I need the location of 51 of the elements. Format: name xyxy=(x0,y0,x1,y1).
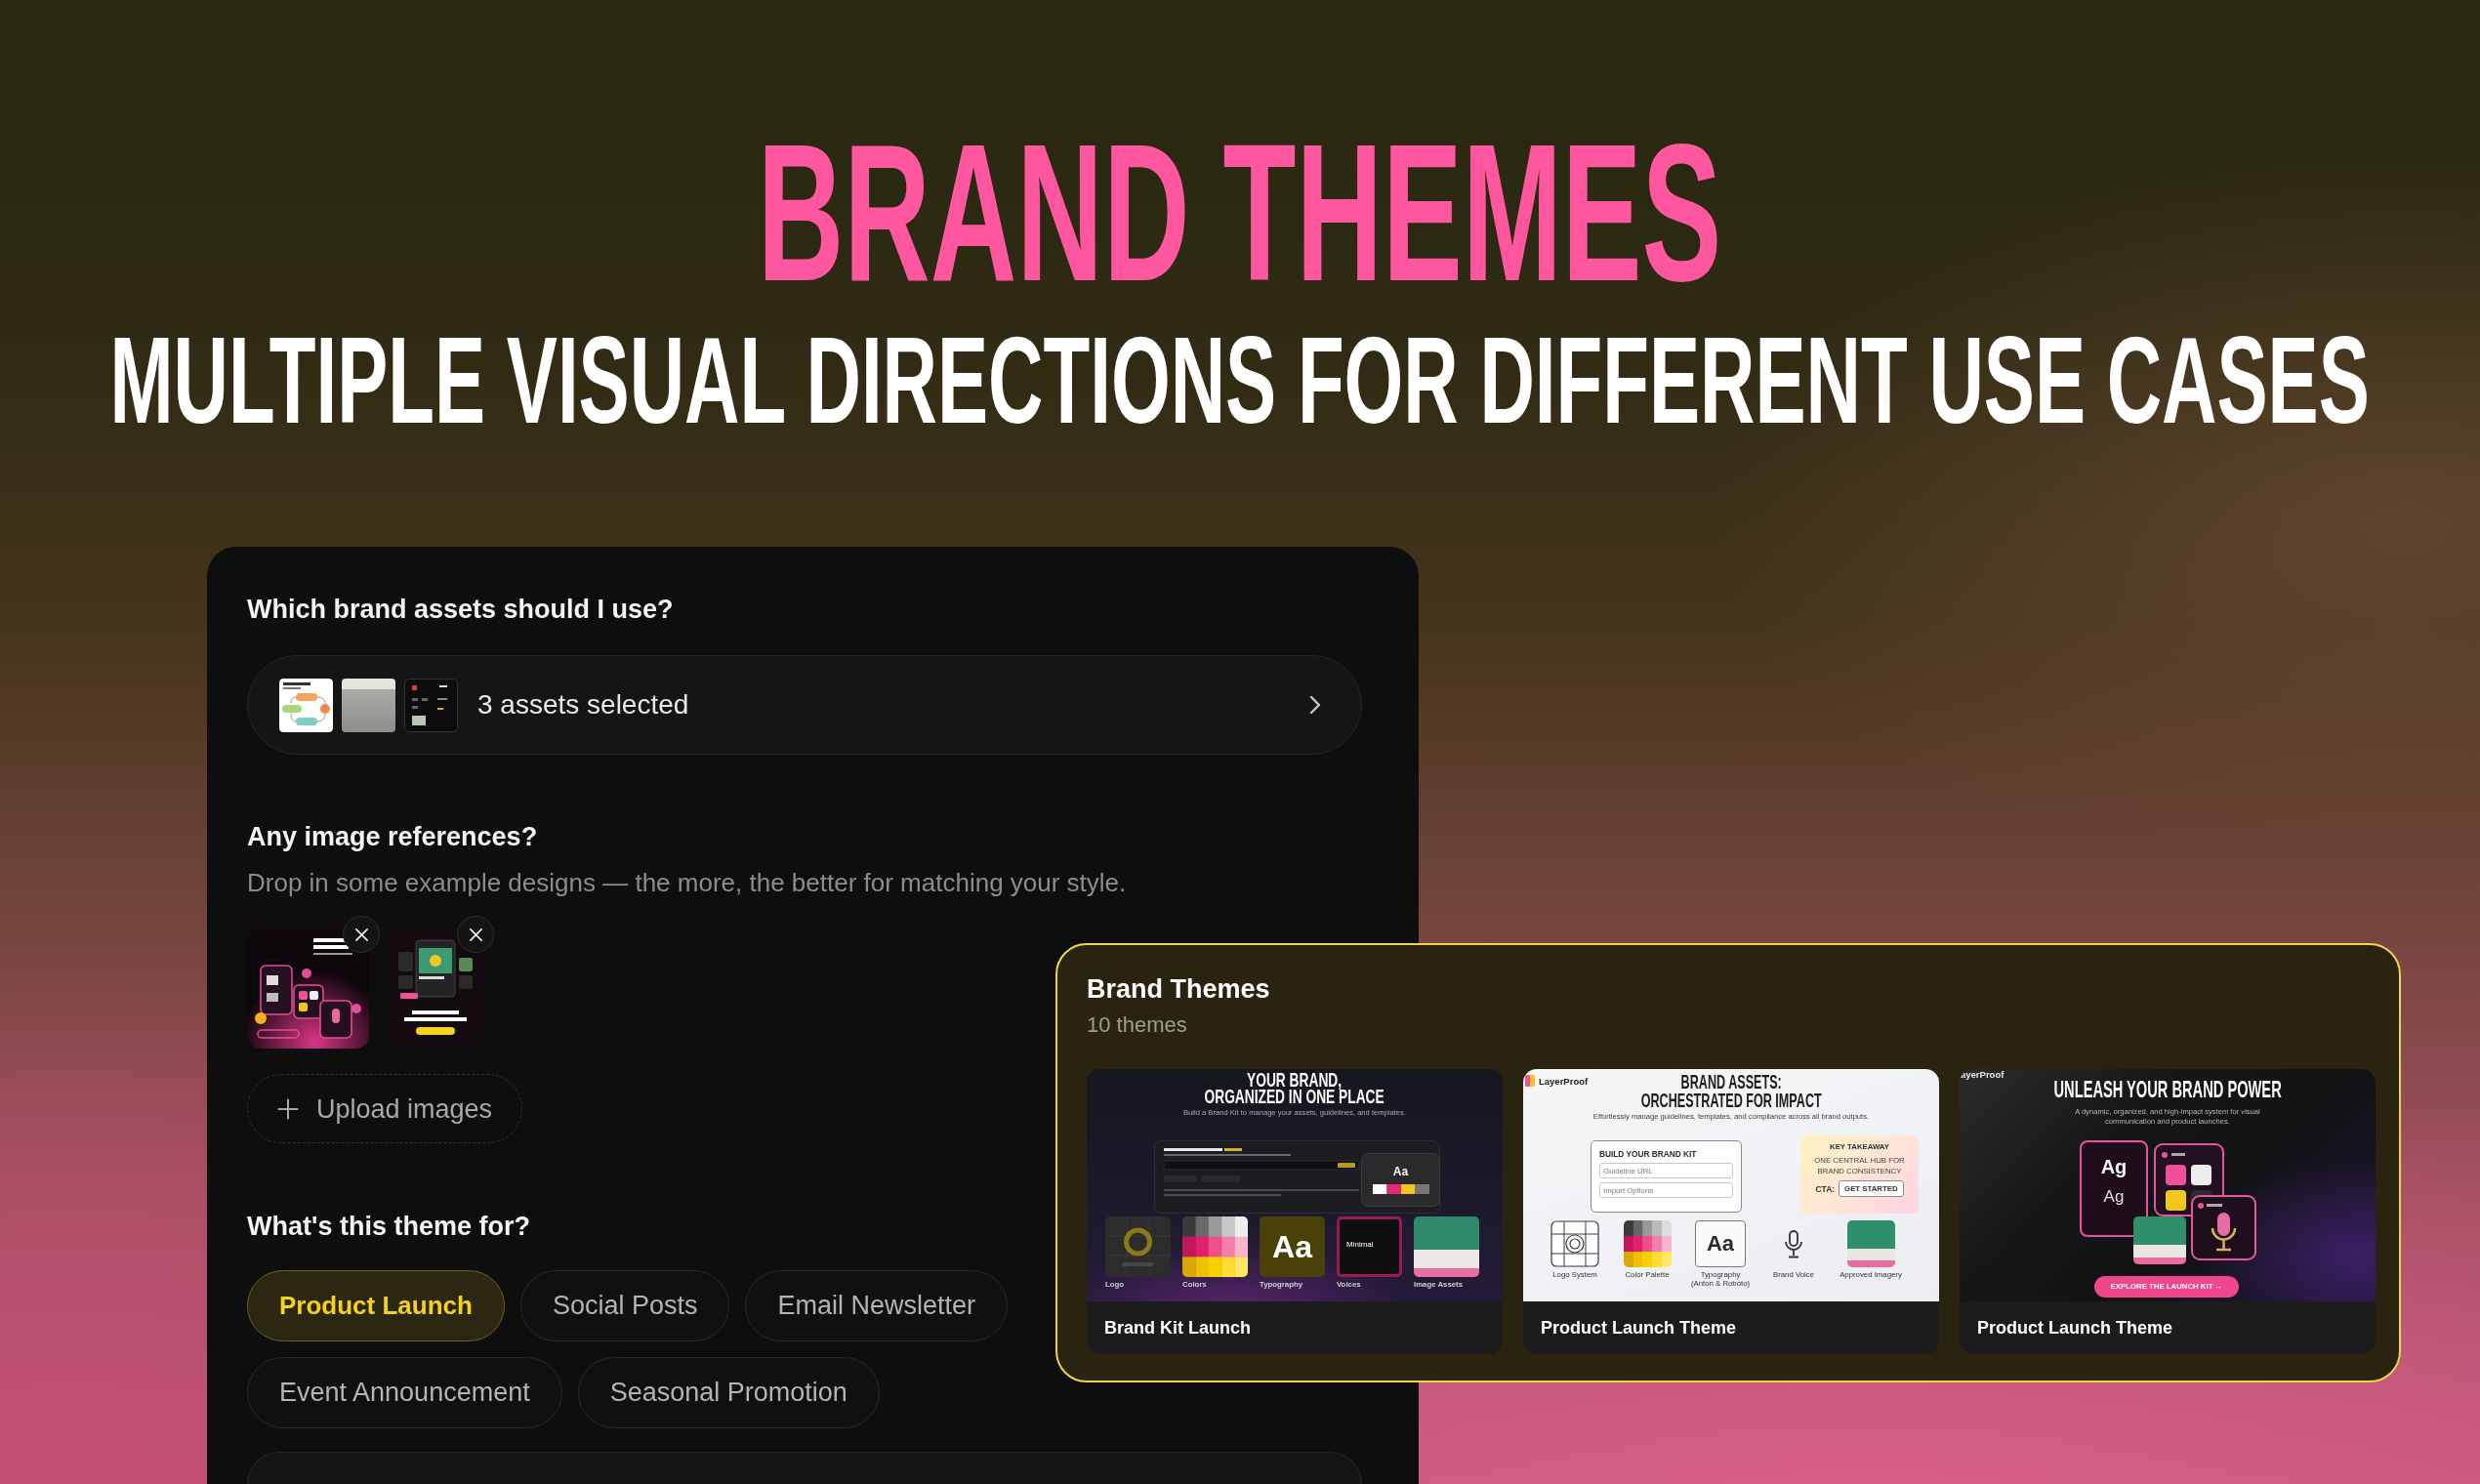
cta-label: CTA: xyxy=(1815,1183,1836,1194)
type-sample: Ag xyxy=(2103,1187,2125,1207)
theme-card[interactable] xyxy=(1523,1069,1939,1354)
theme-name: Brand Kit Launch xyxy=(1104,1317,1251,1339)
asset-selector[interactable]: 3 assets selected xyxy=(247,655,1362,755)
option-chip[interactable]: Social Posts xyxy=(519,1270,730,1341)
color-palette-icon xyxy=(1623,1220,1672,1267)
question-label: Which brand assets should I use? xyxy=(247,594,675,626)
plus-icon xyxy=(277,1097,299,1120)
question-label: What's this theme for? xyxy=(247,1211,531,1243)
remove-button[interactable] xyxy=(457,916,494,953)
screen-thumbnail-drawing xyxy=(404,678,458,732)
hint-text: Drop in some example designs — the more, the better for matching your style. xyxy=(247,867,1128,899)
ring-logo-drawing xyxy=(1105,1216,1171,1277)
microphone-card-drawing xyxy=(2191,1195,2256,1260)
type-sample-tile: Aa xyxy=(1695,1220,1746,1267)
logo-icon xyxy=(1525,1075,1535,1087)
preview-headline: BRAND ASSETS: ORCHESTRATED FOR IMPACT xyxy=(1640,1072,1822,1109)
remove-button[interactable] xyxy=(343,916,380,953)
photo-placeholder xyxy=(2133,1216,2186,1264)
theme-name: Product Launch Theme xyxy=(1977,1317,2173,1339)
theme-count: 10 themes xyxy=(1087,1012,1188,1038)
question-label: Any image references? xyxy=(247,821,539,853)
diagram-thumbnail-drawing xyxy=(279,678,333,732)
type-sample: Ag xyxy=(2100,1156,2128,1177)
option-chip[interactable]: Seasonal Promotion xyxy=(577,1357,880,1428)
panel-title: Brand Themes xyxy=(1087,973,1271,1006)
type-sample-tile: Aa xyxy=(1260,1216,1325,1277)
photo-placeholder xyxy=(1414,1216,1479,1277)
form-title: BUILD YOUR BRAND KIT xyxy=(1599,1149,1698,1159)
logo-grid-icon xyxy=(1550,1220,1599,1267)
preview-headline: YOUR BRAND, ORGANIZED IN ONE PLACE xyxy=(1204,1071,1385,1104)
chevron-right-icon xyxy=(1308,694,1322,716)
logo-wordmark: LayerProof xyxy=(1539,1075,1589,1087)
option-chip[interactable]: Email Newsletter xyxy=(745,1270,1009,1341)
type-sample: Aa xyxy=(1392,1166,1409,1178)
color-strip-drawing xyxy=(1372,1184,1429,1194)
color-palette-drawing xyxy=(1182,1216,1248,1277)
close-icon xyxy=(353,927,369,942)
photo-placeholder xyxy=(342,678,395,732)
voice-style-tile: Minimal xyxy=(1337,1216,1402,1277)
option-chip[interactable]: Product Launch xyxy=(247,1270,505,1341)
close-icon xyxy=(468,927,483,942)
theme-name: Product Launch Theme xyxy=(1541,1317,1737,1339)
photo-placeholder xyxy=(1846,1220,1895,1267)
logo-wordmark: ayerProof xyxy=(1961,1069,2005,1080)
microphone-icon xyxy=(1784,1230,1803,1258)
option-chip[interactable]: Event Announcement xyxy=(247,1357,562,1428)
subheadline: MULTIPLE VISUAL DIRECTIONS FOR DIFFERENT USE CASES xyxy=(109,318,2371,442)
preview-headline: UNLEASH YOUR BRAND POWER xyxy=(2053,1078,2282,1101)
headline: BRAND THEMES xyxy=(758,115,1722,310)
